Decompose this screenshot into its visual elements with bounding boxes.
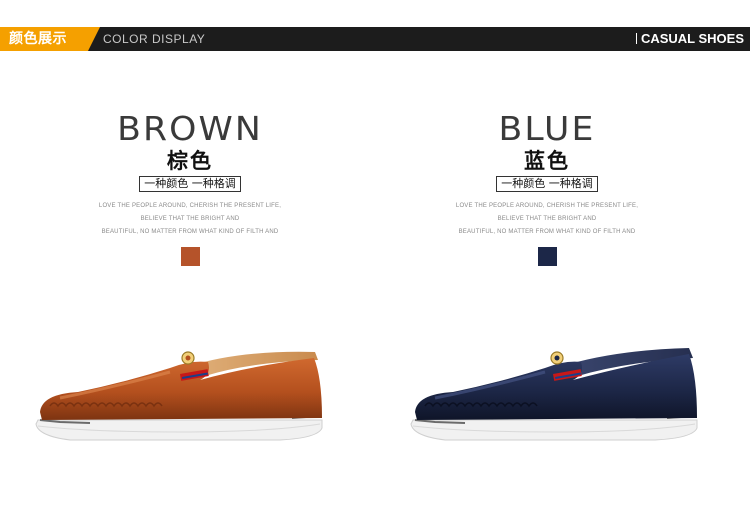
- header-category: CASUAL SHOES: [635, 31, 744, 47]
- header-tag-label: 颜色展示: [9, 31, 67, 47]
- variant-name-en: BLUE: [498, 109, 596, 148]
- navy-loafer-image: [410, 348, 698, 441]
- description-line: BEAUTIFUL, NO MATTER FROM WHAT KIND OF F…: [101, 229, 279, 235]
- variant-name-cn: 蓝色: [524, 149, 570, 173]
- header-subtitle: COLOR DISPLAY: [103, 32, 206, 46]
- header-divider: [635, 33, 637, 44]
- variant-description: LOVE THE PEOPLE AROUND, CHERISH THE PRES…: [417, 200, 677, 239]
- description-line: LOVE THE PEOPLE AROUND, CHERISH THE PRES…: [455, 203, 639, 209]
- variant-slogan: 一种颜色 一种格调: [139, 176, 241, 192]
- variant-description: LOVE THE PEOPLE AROUND, CHERISH THE PRES…: [60, 200, 320, 239]
- color-swatch-brown: [180, 247, 200, 266]
- description-line: BEAUTIFUL, NO MATTER FROM WHAT KIND OF F…: [458, 229, 636, 235]
- color-swatch-blue: [537, 247, 557, 266]
- color-variant-brown: BROWN 棕色 一种颜色 一种格调 LOVE THE PEOPLE AROUN…: [60, 110, 320, 266]
- description-line: BELIEVE THAT THE BRIGHT AND: [140, 216, 240, 222]
- description-line: LOVE THE PEOPLE AROUND, CHERISH THE PRES…: [98, 203, 282, 209]
- section-header-bar: 颜色展示 COLOR DISPLAY CASUAL SHOES: [0, 27, 750, 51]
- variant-name-en: BROWN: [117, 109, 263, 148]
- brown-loafer-image: [35, 351, 323, 441]
- description-line: BELIEVE THAT THE BRIGHT AND: [497, 216, 597, 222]
- color-variant-blue: BLUE 蓝色 一种颜色 一种格调 LOVE THE PEOPLE AROUND…: [417, 110, 677, 266]
- header-category-label: CASUAL SHOES: [640, 31, 744, 46]
- variant-slogan: 一种颜色 一种格调: [496, 176, 598, 192]
- variant-name-cn: 棕色: [167, 149, 213, 173]
